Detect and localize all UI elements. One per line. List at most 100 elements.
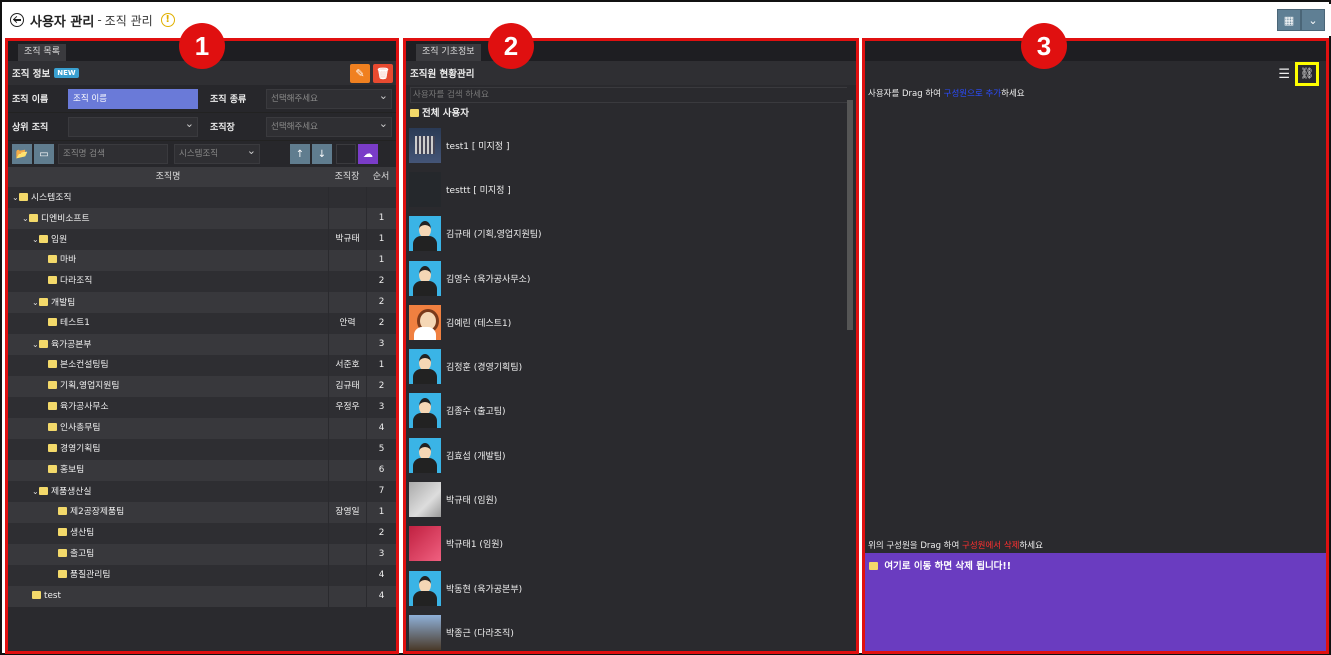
folder-icon (48, 465, 57, 473)
scrollbar[interactable] (847, 85, 853, 645)
org-info-title: 조직 정보 (12, 69, 51, 80)
warning-icon[interactable]: ! (160, 13, 175, 27)
folder-open-icon[interactable]: 📂 (12, 144, 32, 164)
scrollbar-thumb[interactable] (847, 100, 853, 330)
org-head-cell (328, 460, 366, 481)
org-head-cell (328, 208, 366, 229)
org-name-text: test (44, 591, 61, 601)
org-list-panel: 조직 목록 조직 정보 NEW ✎ 🗑 조직 이름 조직 이름 조직 종류 선택… (5, 38, 399, 654)
parent-org-label: 상위 조직 (12, 123, 49, 133)
org-tree-row[interactable]: 경영기획팀 5 (8, 439, 396, 460)
org-order-cell: 1 (366, 208, 396, 229)
org-name-cell: ⌄ 제품생산실 (8, 481, 328, 502)
chevron-down-icon[interactable]: ⌄ (12, 187, 19, 208)
all-users-node[interactable]: 전체 사용자 (406, 105, 856, 123)
chevron-down-icon[interactable]: ⌄ (1301, 9, 1325, 31)
marker-1: 1 (179, 23, 225, 69)
org-tree-row[interactable]: 제2공장제품팀 장영일 1 (8, 502, 396, 523)
org-tree-row[interactable]: 홍보팀 6 (8, 460, 396, 481)
user-search-input[interactable]: 사용자를 검색 하세요 (410, 87, 852, 103)
org-name-text: 마바 (60, 255, 77, 265)
org-name-text: 기획,영업지원팀 (60, 381, 120, 391)
user-name: 김효섭 (개발팀) (446, 451, 506, 462)
org-chart-icon[interactable]: ⛓ (1295, 62, 1319, 86)
chevron-down-icon[interactable]: ⌄ (32, 292, 39, 313)
org-tree-row[interactable]: 마바 1 (8, 250, 396, 271)
parent-org-select[interactable] (68, 115, 198, 137)
org-tree-row[interactable]: 품질관리팀 4 (8, 565, 396, 586)
org-name-text: 제2공장제품팀 (70, 507, 125, 517)
org-tree-row[interactable]: 출고팀 3 (8, 544, 396, 565)
tab-org-basic-info[interactable]: 조직 기초정보 (416, 44, 481, 61)
list-view-icon[interactable]: ☰ (1278, 67, 1290, 82)
org-tree-row[interactable]: ⌄ 임원 박규태 1 (8, 229, 396, 250)
user-list-item[interactable]: test1 [ 미지정 ] (406, 123, 856, 167)
org-order-cell: 2 (366, 271, 396, 292)
arrow-up-icon[interactable]: ↑ (290, 144, 310, 164)
org-tree-row[interactable]: 생산팀 2 (8, 523, 396, 544)
avatar (409, 614, 441, 650)
col-org-name[interactable]: 조직명 (8, 167, 328, 187)
org-search-input[interactable]: 조직명 검색 (58, 144, 168, 164)
delete-drop-zone[interactable]: 여기로 이동 하면 삭제 됩니다!! (865, 553, 1326, 651)
tab-org-list[interactable]: 조직 목록 (18, 44, 66, 61)
user-list-item[interactable]: 김종수 (출고팀) (406, 389, 856, 433)
user-list-item[interactable]: 박동현 (육가공본부) (406, 566, 856, 610)
org-tree-row[interactable]: ⌄ 개발팀 2 (8, 292, 396, 313)
org-tree-row[interactable]: ⌄ 디엔비소프트 1 (8, 208, 396, 229)
folder-add-icon[interactable]: ▭ (34, 144, 54, 164)
org-type-select[interactable]: 선택해주세요 (266, 87, 392, 109)
avatar (409, 349, 441, 385)
user-list-item[interactable]: 김영수 (육가공사무소) (406, 256, 856, 300)
chevron-down-icon[interactable]: ⌄ (32, 229, 39, 250)
chevron-down-icon[interactable]: ⌄ (32, 334, 39, 355)
org-head-select[interactable]: 선택해주세요 (266, 115, 392, 137)
org-tree-row[interactable]: 인사총무팀 4 (8, 418, 396, 439)
user-list-item[interactable]: 김효섭 (개발팀) (406, 433, 856, 477)
org-tree-row[interactable]: ⌄ 제품생산실 7 (8, 481, 396, 502)
user-list-item[interactable]: testtt [ 미지정 ] (406, 167, 856, 211)
org-name-text: 개발팀 (51, 298, 76, 308)
org-tree-row[interactable]: test 4 (8, 586, 396, 607)
user-name: 김영수 (육가공사무소) (446, 274, 531, 285)
user-list-item[interactable]: 김규태 (기획,영업지원팀) (406, 212, 856, 256)
user-list: test1 [ 미지정 ] testtt [ 미지정 ] 김규태 (기획,영업지원팀… (406, 123, 856, 655)
org-tree-row[interactable]: 다라조직 2 (8, 271, 396, 292)
chevron-down-icon[interactable]: ⌄ (22, 208, 29, 229)
org-tree-row[interactable]: ⌄ 시스템조직 (8, 187, 396, 208)
back-icon[interactable] (10, 13, 24, 27)
org-order-cell: 2 (366, 313, 396, 334)
col-order[interactable]: 순서 (366, 167, 396, 187)
org-filter-select[interactable]: 시스템조직 (174, 142, 260, 164)
cloud-upload-icon[interactable]: ☁ (358, 144, 378, 164)
org-tree-row[interactable]: 테스트1 안력 2 (8, 313, 396, 334)
user-list-item[interactable]: 김정훈 (경영기획팀) (406, 344, 856, 388)
member-drop-area[interactable] (865, 101, 1326, 541)
org-name-text: 다라조직 (60, 276, 93, 286)
user-list-item[interactable]: 김예린 (테스트1) (406, 300, 856, 344)
user-list-item[interactable]: 박규태 (임원) (406, 477, 856, 521)
grid-view-icon[interactable]: ▦ (1277, 9, 1301, 31)
form-row-1: 조직 이름 조직 이름 조직 종류 선택해주세요 (8, 85, 396, 113)
edit-pencil-icon[interactable]: ✎ (350, 64, 370, 83)
org-head-cell: 박규태 (328, 229, 366, 250)
user-list-item[interactable]: 박종근 (다라조직) (406, 610, 856, 654)
org-order-cell: 3 (366, 544, 396, 565)
arrow-down-icon[interactable]: ↓ (312, 144, 332, 164)
org-name-input[interactable]: 조직 이름 (68, 88, 198, 109)
col-org-head[interactable]: 조직장 (328, 167, 366, 187)
org-name-cell: 마바 (8, 250, 328, 271)
delete-instruction: 위의 구성원을 Drag 하여 구성원에서 삭제하세요 (865, 539, 1043, 553)
org-toolbar: 📂 ▭ 조직명 검색 시스템조직 ↑ ↓ ☁ (8, 141, 396, 167)
user-list-item[interactable]: 박규태1 (임원) (406, 522, 856, 566)
tab-strip-3 (865, 41, 1326, 61)
delete-trash-icon[interactable]: 🗑 (373, 64, 393, 83)
org-tree-row[interactable]: 본소컨설팅팀 서준호 1 (8, 355, 396, 376)
org-tree-row[interactable]: 육가공사무소 우정우 3 (8, 397, 396, 418)
org-name-cell: ⌄ 임원 (8, 229, 328, 250)
folder-icon (39, 235, 48, 243)
org-tree-row[interactable]: 기획,영업지원팀 김규태 2 (8, 376, 396, 397)
chevron-down-icon[interactable]: ⌄ (32, 481, 39, 502)
user-name: testtt [ 미지정 ] (446, 185, 511, 196)
org-tree-row[interactable]: ⌄ 육가공본부 3 (8, 334, 396, 355)
